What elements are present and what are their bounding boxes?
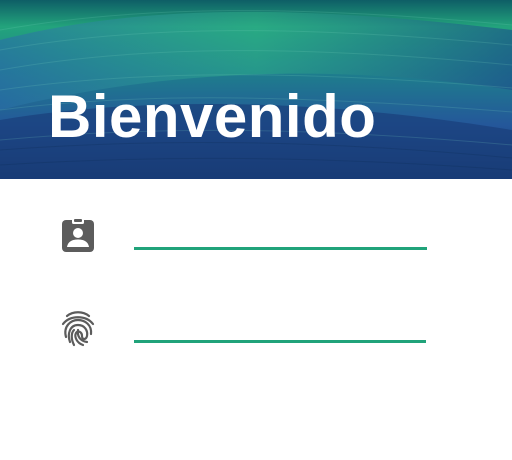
username-row: [0, 206, 512, 266]
password-field[interactable]: [134, 313, 426, 343]
fingerprint-icon: [58, 308, 98, 348]
welcome-title: Bienvenido: [48, 83, 377, 150]
contact-badge-icon: [58, 214, 98, 254]
password-row: [0, 300, 512, 360]
login-screen: Bienvenido: [0, 0, 512, 460]
username-field[interactable]: [134, 220, 427, 250]
header-banner: Bienvenido: [0, 0, 512, 179]
